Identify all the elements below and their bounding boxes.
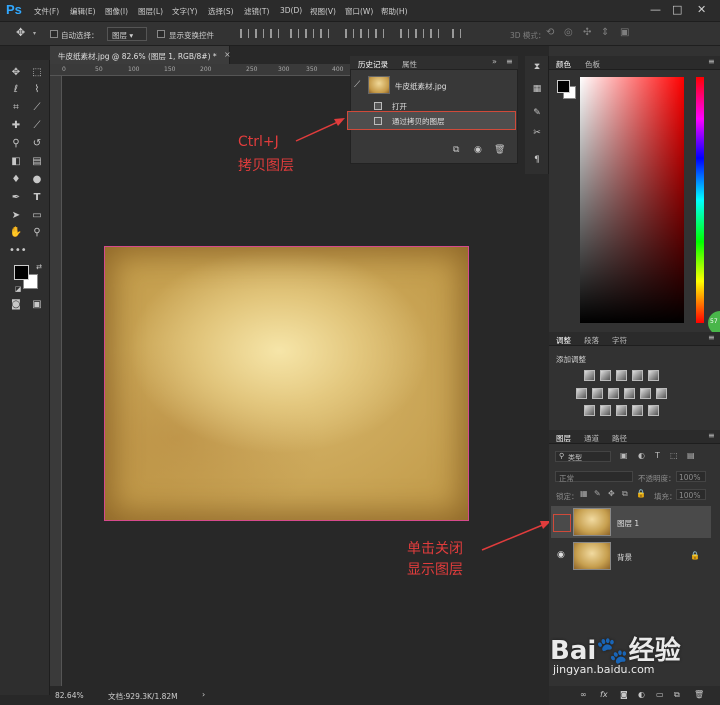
blend-mode-dropdown[interactable]: 正常	[555, 471, 633, 483]
hue-saturation-icon[interactable]	[576, 388, 587, 399]
color-lookup-icon[interactable]	[656, 388, 667, 399]
tab-channels[interactable]: 通道	[584, 433, 599, 444]
curves-icon[interactable]	[616, 370, 627, 381]
lock-pixels-icon[interactable]: ✎	[594, 489, 601, 498]
character-panel-icon[interactable]: ¶	[530, 155, 544, 169]
tab-layers[interactable]: 图层	[556, 433, 571, 444]
add-mask-icon[interactable]: ◙	[620, 690, 628, 699]
lock-artboard-icon[interactable]: ⧉	[622, 489, 628, 499]
lock-label: 锁定：	[556, 492, 579, 501]
blend-mode-value: 正常	[559, 474, 574, 483]
layers-panel-tabbar	[549, 430, 720, 444]
layer-filter-dropdown[interactable]: ⚲ 类型	[555, 451, 611, 462]
levels-icon[interactable]	[600, 370, 611, 381]
black-white-icon[interactable]	[608, 388, 619, 399]
adjustment-layer-icon[interactable]: ◐	[638, 690, 645, 699]
photo-filter-icon[interactable]	[624, 388, 635, 399]
lock-all-icon[interactable]: 🔒	[636, 489, 646, 498]
annotation-arrow	[295, 120, 341, 142]
invert-icon[interactable]	[584, 405, 595, 416]
tab-swatches[interactable]: 色板	[585, 59, 600, 70]
layer-thumbnail	[573, 542, 611, 570]
layer-name: 图层 1	[617, 519, 640, 528]
shape-filter-icon[interactable]: ⬚	[670, 451, 678, 460]
layer-name: 背景	[617, 553, 632, 562]
chevron-right-icon[interactable]: ›	[202, 690, 205, 699]
zoom-level[interactable]: 82.64%	[55, 691, 84, 700]
eye-icon[interactable]: ◉	[557, 550, 565, 560]
lock-icon: 🔒	[690, 551, 700, 560]
lock-position-icon[interactable]: ✥	[608, 489, 615, 498]
pixel-filter-icon[interactable]: ▣	[620, 451, 628, 460]
document-size-info: 文档:929.3K/1.82M	[108, 692, 178, 701]
layer-style-icon[interactable]: fx	[600, 690, 608, 699]
panel-menu-icon[interactable]: ≡	[708, 57, 715, 66]
fill-label: 填充：	[654, 492, 677, 501]
type-filter-icon[interactable]: T	[655, 451, 660, 460]
fill-value: 100%	[679, 491, 701, 500]
baidu-brand: Bai🐾经验	[550, 636, 681, 666]
layer-visibility-toggle[interactable]	[553, 514, 571, 532]
hue-slider[interactable]	[696, 77, 704, 323]
tab-character[interactable]: 字符	[612, 335, 627, 346]
annotation-click-close: 单击关闭	[407, 541, 463, 557]
posterize-icon[interactable]	[600, 405, 611, 416]
layer-row-selected[interactable]: 图层 1	[551, 506, 711, 538]
history-panel-icon[interactable]: ⧗	[530, 62, 544, 76]
color-panel-tabbar	[549, 56, 720, 70]
new-layer-icon[interactable]: ⧉	[674, 690, 680, 700]
selective-color-icon[interactable]	[632, 405, 643, 416]
add-adjustment-title: 添加调整	[556, 355, 586, 364]
tool-presets-icon[interactable]: ✂	[530, 128, 544, 142]
color-balance-icon[interactable]	[592, 388, 603, 399]
tab-color[interactable]: 颜色	[556, 59, 571, 70]
annotation-ctrl-j: Ctrl+J	[238, 134, 279, 150]
adjust-filter-icon[interactable]: ◐	[638, 451, 645, 460]
arrowhead-icon	[334, 118, 345, 126]
channel-mixer-icon[interactable]	[640, 388, 651, 399]
baidu-url: jingyan.baidu.com	[553, 663, 655, 676]
panel-menu-icon[interactable]: ≡	[708, 431, 715, 440]
color-foreground-swatch[interactable]	[557, 80, 570, 93]
adjustments-panel-tabbar	[549, 332, 720, 346]
tab-adjustments[interactable]: 调整	[556, 335, 571, 346]
annotation-arrow	[481, 523, 546, 551]
tab-paragraph[interactable]: 段落	[584, 335, 599, 346]
exposure-icon[interactable]	[632, 370, 643, 381]
layer-filter-label: 类型	[568, 454, 582, 462]
brush-panel-icon[interactable]: ✎	[530, 108, 544, 122]
opacity-value: 100%	[679, 473, 701, 482]
tab-paths[interactable]: 路径	[612, 433, 627, 444]
search-icon: ⚲	[559, 452, 565, 460]
foreground-color-swatch[interactable]	[14, 265, 29, 280]
opacity-label: 不透明度：	[638, 474, 676, 483]
layer-thumbnail	[573, 508, 611, 536]
smart-filter-icon[interactable]: ▤	[687, 451, 695, 460]
baidu-watermark: Bai🐾经验	[550, 630, 681, 667]
threshold-icon[interactable]	[616, 405, 627, 416]
link-layers-icon[interactable]: ∞	[580, 690, 587, 699]
layer-row[interactable]: ◉ 背景 🔒	[551, 540, 711, 572]
panel-menu-icon[interactable]: ≡	[708, 333, 715, 342]
lock-transparent-icon[interactable]: ▦	[580, 489, 588, 498]
annotation-copy-layer: 拷贝图层	[238, 158, 294, 174]
annotation-show-layer: 显示图层	[407, 562, 463, 578]
brightness-icon[interactable]	[584, 370, 595, 381]
new-group-icon[interactable]: ▭	[656, 690, 664, 699]
delete-layer-icon[interactable]: 🗑	[694, 690, 704, 699]
vibrance-icon[interactable]	[648, 370, 659, 381]
opacity-field[interactable]: 100%	[676, 471, 706, 482]
fill-field[interactable]: 100%	[676, 489, 706, 500]
gradient-map-icon[interactable]	[648, 405, 659, 416]
properties-panel-icon[interactable]: ▦	[530, 84, 544, 98]
color-picker-field[interactable]	[580, 77, 684, 323]
